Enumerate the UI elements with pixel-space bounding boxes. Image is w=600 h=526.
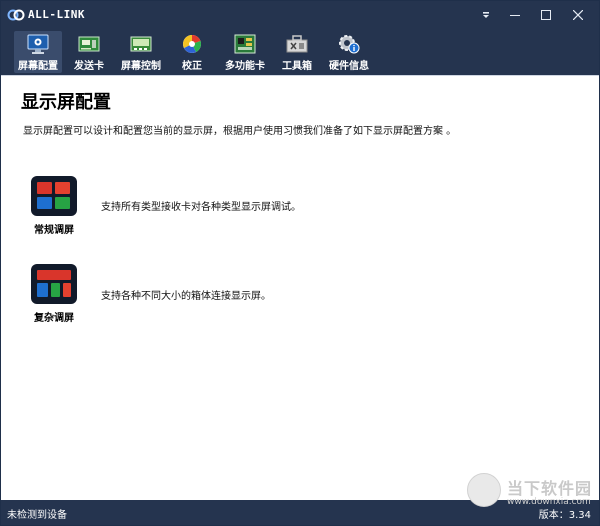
watermark-url: www.downxia.com <box>507 497 591 507</box>
hardware-info-icon <box>339 35 360 54</box>
complex-screen-button[interactable]: 复杂调屏 <box>27 264 81 324</box>
app-window: ALL-LINK 屏幕配置 发送卡 屏幕控制 校正 多功能卡 工具箱 硬件信息 … <box>0 0 600 526</box>
maximize-icon <box>541 10 551 20</box>
tab-label: 多功能卡 <box>225 61 265 72</box>
tab-toolbox[interactable]: 工具箱 <box>279 31 315 73</box>
regular-screen-icon <box>31 176 77 216</box>
regular-screen-button[interactable]: 常规调屏 <box>27 176 81 236</box>
maximize-button[interactable] <box>531 1 561 29</box>
app-title: ALL-LINK <box>28 8 85 21</box>
main-content: 显示屏配置 显示屏配置可以设计和配置您当前的显示屏，根据用户使用习惯我们准备了如… <box>1 75 599 500</box>
tab-calibration[interactable]: 校正 <box>175 31 209 73</box>
chevron-down-icon <box>483 12 489 18</box>
regular-screen-description: 支持所有类型接收卡对各种类型显示屏调试。 <box>101 202 301 213</box>
watermark-text: 当下软件园 <box>507 479 593 498</box>
tab-screen-config[interactable]: 屏幕配置 <box>14 31 62 73</box>
watermark: 当下软件园 www.downxia.com <box>467 469 593 515</box>
complex-screen-description: 支持各种不同大小的箱体连接显示屏。 <box>101 291 271 302</box>
regular-screen-label: 常规调屏 <box>34 225 74 236</box>
complex-screen-label: 复杂调屏 <box>34 313 74 324</box>
complex-screen-icon <box>31 264 77 304</box>
minimize-icon <box>510 15 520 16</box>
app-logo-icon <box>7 9 25 21</box>
tab-sender-card[interactable]: 发送卡 <box>69 31 109 73</box>
tab-multifunction-card[interactable]: 多功能卡 <box>221 31 269 73</box>
menu-dropdown-button[interactable] <box>471 1 501 29</box>
tab-label: 硬件信息 <box>329 61 369 72</box>
tab-label: 屏幕控制 <box>121 61 161 72</box>
close-icon <box>573 10 583 20</box>
main-toolbar: 屏幕配置 发送卡 屏幕控制 校正 多功能卡 工具箱 硬件信息 <box>1 29 599 75</box>
toolbox-icon <box>286 35 308 53</box>
close-button[interactable] <box>563 1 593 29</box>
multifunction-card-icon <box>234 34 256 54</box>
tab-hardware-info[interactable]: 硬件信息 <box>325 31 373 73</box>
page-title: 显示屏配置 <box>21 92 111 113</box>
tab-label: 工具箱 <box>282 61 312 72</box>
tab-label: 屏幕配置 <box>18 61 58 72</box>
tab-screen-control[interactable]: 屏幕控制 <box>117 31 165 73</box>
tab-label: 发送卡 <box>74 61 104 72</box>
title-bar[interactable]: ALL-LINK <box>1 1 599 29</box>
minimize-button[interactable] <box>500 1 530 29</box>
watermark-logo-icon <box>467 473 501 507</box>
calibration-icon <box>183 34 201 53</box>
device-status: 未检测到设备 <box>7 510 67 521</box>
monitor-config-icon <box>27 34 49 54</box>
tab-label: 校正 <box>182 61 202 72</box>
sender-card-icon <box>78 36 100 52</box>
page-description: 显示屏配置可以设计和配置您当前的显示屏，根据用户使用习惯我们准备了如下显示屏配置… <box>23 126 457 137</box>
screen-control-icon <box>130 36 152 52</box>
